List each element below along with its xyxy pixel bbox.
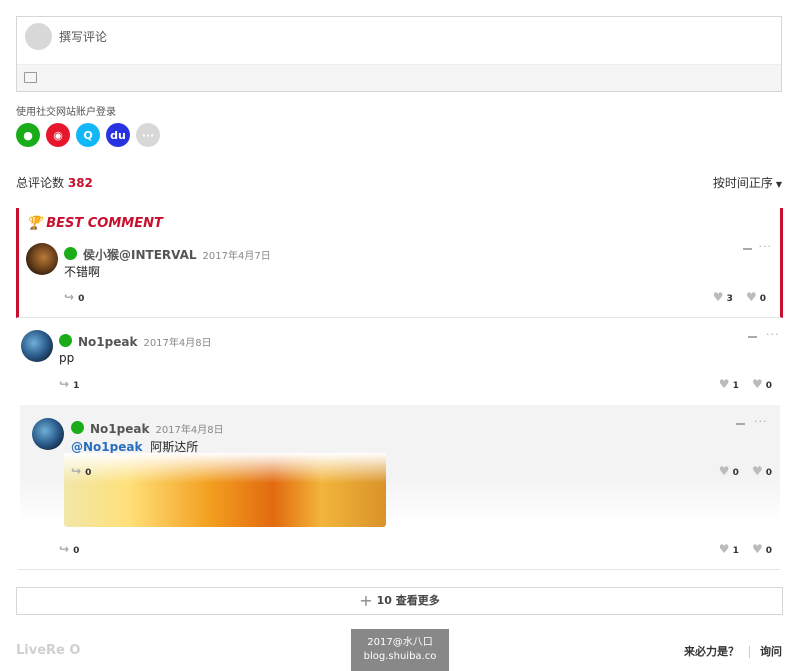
total-count: 382 — [67, 176, 93, 190]
author-name[interactable]: No1peak — [90, 422, 149, 436]
comment-header: No1peak 2017年4月8日 — [71, 418, 224, 437]
dislike-button[interactable]: ♥ 0 — [752, 464, 772, 478]
heart-icon: ♥ — [718, 377, 730, 391]
reactions: ♥ 1 ♥ 0 — [719, 377, 772, 391]
heart-icon: ♥ — [718, 464, 730, 478]
social-login-label: 使用社交网站账户登录 — [16, 107, 116, 118]
dislike-button[interactable]: ♥ 0 — [746, 290, 766, 304]
editor-toolbar — [17, 64, 781, 91]
comment-header: 侯小猴@INTERVAL 2017年4月7日 — [64, 244, 271, 263]
collapse-icon[interactable] — [743, 248, 752, 250]
reply-button[interactable]: ↪ 1 — [59, 377, 79, 391]
comment-date: 2017年4月7日 — [202, 251, 271, 262]
user-avatar-placeholder — [25, 23, 52, 50]
caret-down-icon: ▼ — [775, 180, 782, 189]
reply-arrow-icon: ↪ — [71, 464, 82, 478]
sort-label: 按时间正序 — [712, 176, 773, 190]
author-name[interactable]: 侯小猴@INTERVAL — [83, 248, 197, 262]
divider — [18, 569, 780, 570]
more-label: 查看更多 — [395, 594, 440, 607]
dislike-button[interactable]: ♥ 0 — [752, 377, 772, 391]
weibo-icon[interactable]: ◉ — [46, 123, 70, 147]
plus-icon: + — [359, 591, 373, 610]
like-button[interactable]: ♥ 3 — [713, 290, 733, 304]
comment-input[interactable]: 撰写评论 — [59, 28, 107, 45]
broken-heart-icon: ♥ — [751, 377, 763, 391]
author-name[interactable]: No1peak — [78, 335, 137, 349]
best-comment: 🏆 BEST COMMENT 侯小猴@INTERVAL 2017年4月7日 不错啊 … — [16, 208, 783, 318]
comment-text: pp — [59, 351, 75, 365]
wechat-icon — [64, 247, 77, 260]
reply-button[interactable]: ↪ 0 — [71, 464, 91, 478]
avatar[interactable] — [32, 418, 64, 450]
comment-text: 不错啊 — [64, 265, 101, 279]
total-comments: 总评论数 382 — [16, 174, 93, 191]
social-login-icons: ● ◉ Q du ··· — [16, 123, 160, 147]
best-comment-title: 🏆 BEST COMMENT — [26, 216, 163, 231]
more-options-icon[interactable]: ··· — [759, 240, 773, 253]
comment-header: No1peak 2017年4月8日 — [59, 331, 212, 350]
comment-editor[interactable]: 撰写评论 — [16, 16, 782, 92]
mention-link[interactable]: @No1peak — [71, 440, 142, 454]
dislike-button[interactable]: ♥ 0 — [752, 542, 772, 556]
watermark: 2017@水八口 blog.shuiba.co — [351, 629, 449, 671]
about-link[interactable]: 来必力是？ — [684, 645, 739, 658]
broken-heart-icon: ♥ — [745, 290, 757, 304]
more-login-icon[interactable]: ··· — [136, 123, 160, 147]
wechat-icon[interactable]: ● — [16, 123, 40, 147]
reply-button[interactable]: ↪ 0 — [64, 290, 84, 304]
like-button[interactable]: ♥ 0 — [719, 464, 739, 478]
like-button[interactable]: ♥ 1 — [719, 377, 739, 391]
heart-icon: ♥ — [718, 542, 730, 556]
sort-dropdown[interactable]: 按时间正序 ▼ — [713, 174, 782, 191]
reactions: ♥ 3 ♥ 0 — [713, 290, 766, 304]
load-more-button[interactable]: +10 查看更多 — [16, 587, 783, 615]
baidu-icon[interactable]: du — [106, 123, 130, 147]
more-count: 10 — [376, 594, 392, 607]
comment-date: 2017年4月8日 — [143, 338, 212, 349]
avatar[interactable] — [26, 243, 58, 275]
reply-arrow-icon: ↪ — [59, 542, 70, 556]
contact-link[interactable]: 询问 — [760, 645, 782, 658]
reply-button[interactable]: ↪ 0 — [59, 542, 79, 556]
footer-links: 来必力是？ 询问 — [684, 643, 782, 659]
wechat-icon — [59, 334, 72, 347]
trophy-icon: 🏆 — [26, 216, 43, 231]
reply-arrow-icon: ↪ — [64, 290, 75, 304]
reactions: ♥ 1 ♥ 0 — [719, 542, 772, 556]
reactions: ♥ 0 ♥ 0 — [719, 464, 772, 478]
broken-heart-icon: ♥ — [751, 464, 763, 478]
like-button[interactable]: ♥ 1 — [719, 542, 739, 556]
collapse-icon[interactable] — [748, 336, 757, 338]
qq-icon[interactable]: Q — [76, 123, 100, 147]
reply-arrow-icon: ↪ — [59, 377, 70, 391]
comment-date: 2017年4月8日 — [155, 425, 224, 436]
image-fade — [64, 453, 386, 483]
image-upload-icon[interactable] — [24, 72, 37, 83]
wechat-icon — [71, 421, 84, 434]
separator — [749, 646, 750, 658]
total-label: 总评论数 — [16, 176, 65, 190]
collapse-icon[interactable] — [736, 423, 745, 425]
livere-logo[interactable]: LiveRe O — [16, 643, 80, 658]
more-options-icon[interactable]: ··· — [754, 415, 768, 428]
broken-heart-icon: ♥ — [751, 542, 763, 556]
heart-icon: ♥ — [712, 290, 724, 304]
avatar[interactable] — [21, 330, 53, 362]
more-options-icon[interactable]: ··· — [766, 328, 780, 341]
